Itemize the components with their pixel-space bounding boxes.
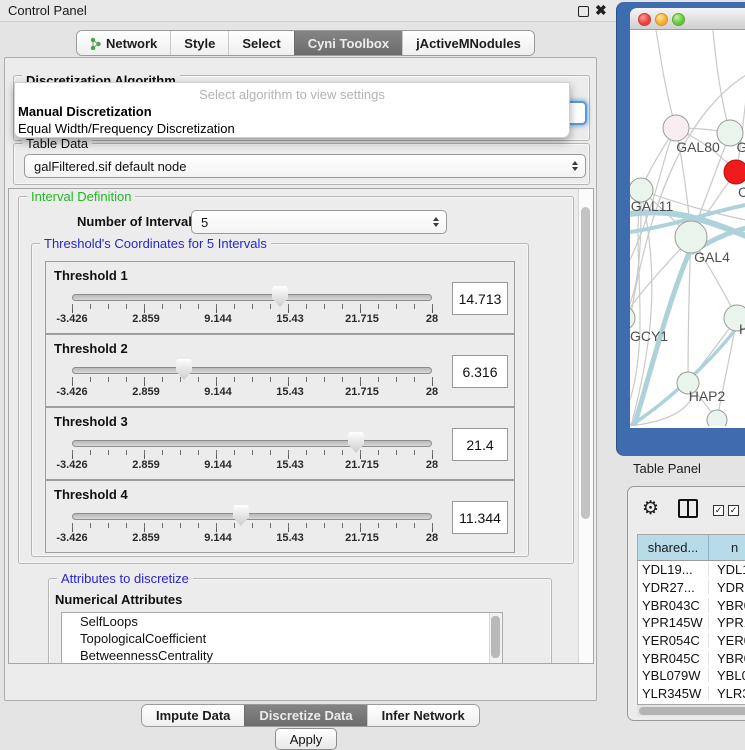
attributes-group-title: Attributes to discretize [57, 571, 193, 586]
threshold-1-value-field[interactable]: 14.713 [452, 282, 508, 315]
table-data-group-title: Table Data [22, 136, 92, 151]
svg-text:GAL4: GAL4 [694, 249, 730, 265]
combo-stepper-icon [572, 161, 578, 171]
tab-network[interactable]: Network [77, 31, 170, 55]
network-canvas-window: GAL80 GAL11 GAL4 GCY1 HAP2 G C H [630, 8, 745, 428]
checkbox-icon[interactable]: ✓ [728, 505, 739, 516]
table-row[interactable]: YBR043CYBR0 [638, 596, 745, 614]
algorithm-dropdown-popup: Select algorithm to view settings Manual… [14, 82, 570, 138]
threshold-1-row: Threshold 1 -3.426 2.859 9.144 15.43 21.… [45, 261, 515, 334]
svg-text:GCY1: GCY1 [630, 328, 668, 344]
numerical-attributes-label: Numerical Attributes [55, 592, 182, 607]
table-row[interactable]: YPR145WYPR1 [638, 614, 745, 632]
mac-zoom-button[interactable] [672, 13, 685, 26]
vertical-scrollbar[interactable] [578, 189, 593, 663]
thresholds-coordinates-title: Threshold's Coordinates for 5 Intervals [40, 236, 271, 251]
table-row[interactable]: YDR27...YDR2 [638, 579, 745, 597]
attributes-group: Attributes to discretize Numerical Attri… [48, 578, 552, 664]
svg-text:GAL80: GAL80 [676, 139, 720, 155]
control-panel-titlebar: Control Panel ✖ [0, 0, 618, 22]
table-row[interactable]: YBL079WYBL0 [638, 667, 745, 685]
mac-titlebar[interactable] [630, 8, 745, 30]
threshold-3-slider-track[interactable] [72, 440, 432, 447]
interval-definition-title: Interval Definition [27, 189, 135, 204]
threshold-2-slider-track[interactable] [72, 367, 432, 374]
tab-style[interactable]: Style [170, 31, 228, 55]
number-of-intervals-combo[interactable]: 5 [191, 210, 447, 234]
top-tab-bar: Network Style Select Cyni Toolbox jActiv… [76, 30, 535, 56]
list-item-selfloops[interactable]: SelfLoops [62, 613, 502, 630]
list-item-topologicalcoefficient[interactable]: TopologicalCoefficient [62, 630, 502, 647]
control-panel-title: Control Panel [8, 3, 87, 18]
column-header-shared-name[interactable]: shared... [638, 535, 709, 560]
list-scrollbar[interactable] [489, 613, 502, 664]
table-data-group: Table Data galFiltered.sif default node [13, 143, 590, 185]
interval-definition-group: Interval Definition Number of Intervals … [18, 196, 574, 564]
table-panel-title: Table Panel [633, 461, 701, 476]
svg-text:HAP2: HAP2 [689, 388, 726, 404]
close-icon[interactable]: ✖ [595, 2, 607, 19]
table-panel-window: ⚙ ✓ ✓ shared... n YDL19...YDL1 YDR27...Y… [627, 486, 745, 721]
numerical-attributes-list: SelfLoops TopologicalCoefficient Between… [61, 612, 503, 664]
cyni-toolbox-panel: Discretization Algorithm Table Data galF… [4, 57, 597, 701]
network-node[interactable] [707, 410, 727, 426]
network-view-window[interactable]: GAL80 GAL11 GAL4 GCY1 HAP2 G C H [616, 2, 745, 456]
table-header-row: shared... n [638, 535, 745, 561]
node-attribute-table: shared... n YDL19...YDL1 YDR27...YDR2 YB… [637, 534, 745, 705]
svg-text:H: H [739, 321, 745, 337]
thresholds-coordinates-group: Threshold's Coordinates for 5 Intervals … [31, 243, 529, 557]
mac-minimize-button[interactable] [655, 13, 668, 26]
svg-text:GAL11: GAL11 [631, 198, 674, 214]
combo-stepper-icon [433, 217, 439, 227]
table-data-combo[interactable]: galFiltered.sif default node [24, 154, 586, 178]
dropdown-option-manual-discretization[interactable]: Manual Discretization [18, 104, 152, 119]
threshold-4-row: Threshold 4 -3.426 2.859 9.144 15.43 21.… [45, 480, 515, 553]
network-node-selected-red[interactable] [724, 160, 745, 184]
table-row[interactable]: YER054CYER0 [638, 632, 745, 650]
threshold-2-value-field[interactable]: 6.316 [452, 355, 508, 388]
network-node-gal80[interactable] [663, 115, 689, 141]
vertical-scrollbar-thumb[interactable] [581, 207, 590, 519]
threshold-2-row: Threshold 2 -3.426 2.859 9.144 15.43 21.… [45, 334, 515, 407]
table-row[interactable]: YBR045CYBR0 [638, 649, 745, 667]
tab-jactivemnodules[interactable]: jActiveMNodules [402, 31, 534, 55]
apply-button[interactable]: Apply [275, 728, 337, 750]
bottom-tab-bar: Impute Data Discretize Data Infer Networ… [141, 704, 480, 727]
threshold-3-value-field[interactable]: 21.4 [452, 428, 508, 461]
horizontal-scrollbar-thumb[interactable] [639, 707, 745, 715]
gear-icon[interactable]: ⚙ [642, 497, 659, 520]
table-row[interactable]: YLR345WYLR3 [638, 685, 745, 703]
checkbox-icon[interactable]: ✓ [713, 505, 724, 516]
svg-text:C: C [738, 184, 745, 200]
dropdown-prompt: Select algorithm to view settings [15, 87, 569, 102]
tab-cyni-toolbox[interactable]: Cyni Toolbox [294, 31, 402, 55]
tab-discretize-data[interactable]: Discretize Data [244, 705, 366, 726]
settings-scroll-pane: Interval Definition Number of Intervals … [8, 188, 594, 664]
tab-impute-data[interactable]: Impute Data [142, 705, 244, 726]
network-icon [90, 37, 101, 50]
horizontal-scrollbar[interactable] [637, 705, 745, 716]
svg-text:G: G [737, 139, 745, 155]
threshold-1-slider-track[interactable] [72, 294, 432, 301]
threshold-4-value-field[interactable]: 11.344 [452, 501, 508, 534]
table-row[interactable]: YDL19...YDL1 [638, 561, 745, 579]
float-window-icon[interactable] [578, 6, 589, 17]
tab-infer-network[interactable]: Infer Network [367, 705, 479, 726]
number-of-intervals-label: Number of Intervals [77, 214, 199, 229]
columns-icon[interactable] [678, 499, 698, 518]
network-node-gcy1[interactable] [630, 306, 635, 330]
threshold-3-row: Threshold 3 -3.426 2.859 9.144 15.43 21.… [45, 407, 515, 480]
dropdown-option-equal-width-frequency[interactable]: Equal Width/Frequency Discretization [18, 121, 235, 136]
mac-close-button[interactable] [638, 13, 651, 26]
threshold-4-slider-track[interactable] [72, 513, 432, 520]
column-header-name[interactable]: n [709, 535, 745, 560]
tab-select[interactable]: Select [228, 31, 293, 55]
network-graph-canvas[interactable]: GAL80 GAL11 GAL4 GCY1 HAP2 G C H [630, 30, 745, 426]
list-item-betweennesscentrality[interactable]: BetweennessCentrality [62, 647, 502, 664]
